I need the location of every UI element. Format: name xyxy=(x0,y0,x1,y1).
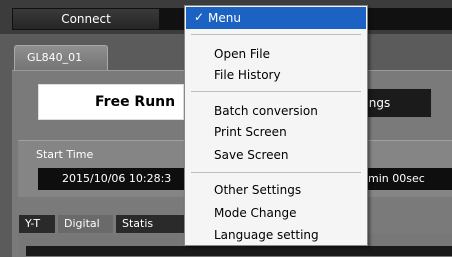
menu-item-language-setting[interactable]: Language setting xyxy=(214,226,319,244)
status-display: Free Runn xyxy=(38,84,184,120)
menu-item-file-history[interactable]: File History xyxy=(214,66,281,84)
menu-separator xyxy=(191,172,361,173)
context-menu: ✓ Menu Open File File History Batch conv… xyxy=(184,5,368,246)
menu-item-open-file[interactable]: Open File xyxy=(214,45,270,63)
check-icon: ✓ xyxy=(194,10,205,24)
content-bar xyxy=(26,246,452,256)
tab-statistics[interactable]: Statis xyxy=(115,214,185,234)
menu-header[interactable]: ✓ Menu xyxy=(186,7,366,29)
tab-y-t[interactable]: Y-T xyxy=(18,214,56,234)
menu-item-print-screen[interactable]: Print Screen xyxy=(214,123,287,141)
menu-header-label: Menu xyxy=(208,11,241,25)
tab-digital[interactable]: Digital xyxy=(57,214,114,234)
elapsed-time-value: min 00sec xyxy=(368,172,425,185)
start-time-label: Start Time xyxy=(36,148,94,161)
menu-item-save-screen[interactable]: Save Screen xyxy=(214,146,289,164)
menu-item-other-settings[interactable]: Other Settings xyxy=(214,181,301,199)
tab-gl840-01[interactable]: GL840_01 xyxy=(14,45,108,71)
start-time-value: 2015/10/06 10:28:3 xyxy=(62,172,172,185)
menu-item-batch-conversion[interactable]: Batch conversion xyxy=(214,102,318,120)
menu-separator xyxy=(191,34,361,35)
menu-item-mode-change[interactable]: Mode Change xyxy=(214,204,296,222)
connect-button[interactable]: Connect xyxy=(12,8,160,30)
menu-separator xyxy=(191,91,361,92)
